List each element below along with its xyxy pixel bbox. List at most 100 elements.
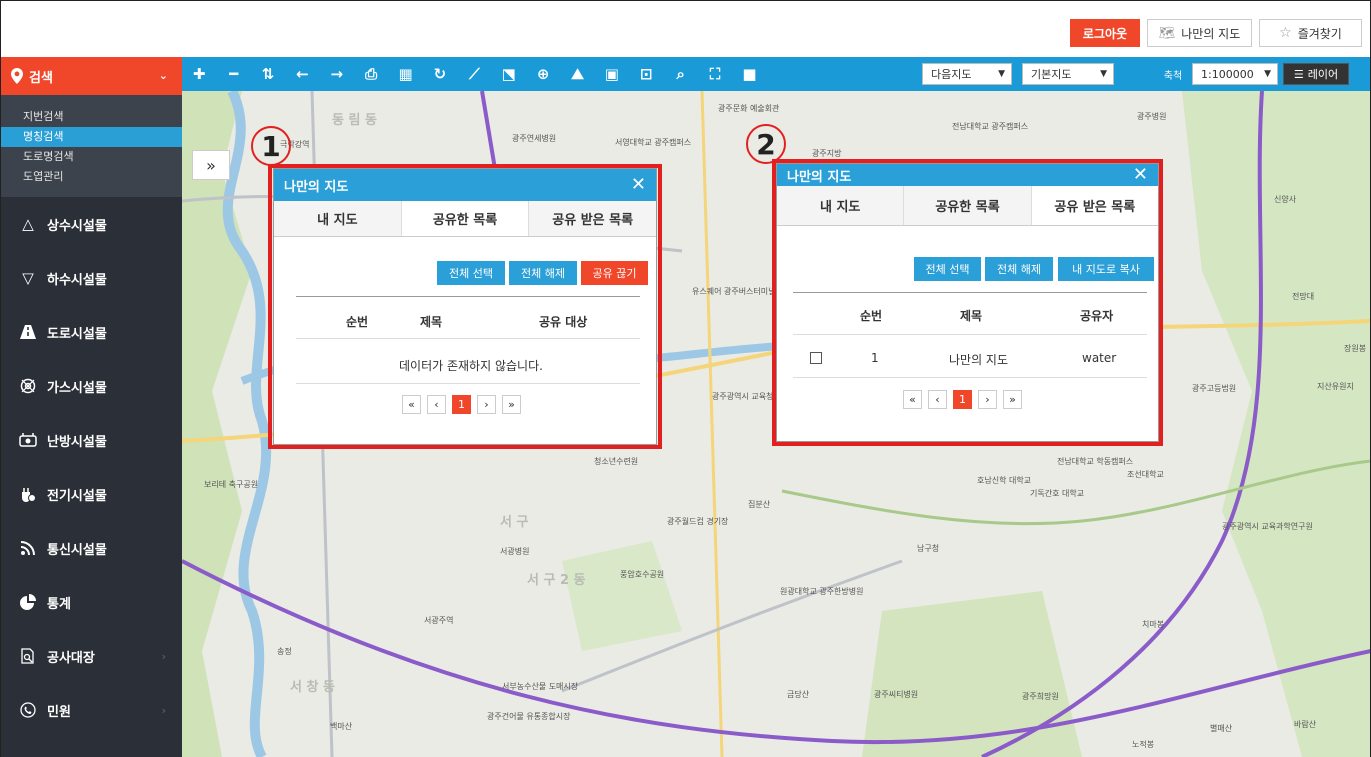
map-label: 노적봉 <box>1132 740 1155 749</box>
document-search-icon <box>17 648 39 664</box>
map-label: 전남대학교 학동캠퍼스 <box>1057 457 1134 466</box>
layers-icon: ☰ <box>1293 67 1304 81</box>
image-icon[interactable]: ⛰ <box>560 57 594 91</box>
area-measure-icon[interactable]: ⬔ <box>492 57 526 91</box>
triangle-up-icon: △ <box>22 215 34 233</box>
next-page-button[interactable]: › <box>477 395 496 414</box>
folder-icon[interactable]: ⊡ <box>629 57 663 91</box>
tab-my-map[interactable]: 내 지도 <box>777 186 905 225</box>
copy-to-my-map-button[interactable]: 내 지도로 복사 <box>1058 257 1154 281</box>
pie-chart-icon <box>17 594 39 610</box>
dialog-header: 나만의 지도 ✕ <box>777 164 1158 186</box>
print-icon[interactable]: ⎙ <box>354 57 388 91</box>
row-checkbox[interactable] <box>810 352 822 364</box>
last-page-button[interactable]: » <box>1003 390 1022 409</box>
page-1-button[interactable]: 1 <box>452 395 471 414</box>
search-icon[interactable]: ⌕ <box>663 57 697 91</box>
prev-page-button[interactable]: ‹ <box>928 390 947 409</box>
refresh-icon[interactable]: ↻ <box>423 57 457 91</box>
base-map-select[interactable]: 기본지도 ▼ <box>1022 63 1114 85</box>
video-icon[interactable]: ■ <box>732 57 766 91</box>
map-label: 광주월드컵 경기장 <box>667 517 729 526</box>
map-label: 서 창 동 <box>290 680 335 695</box>
deselect-all-button[interactable]: 전체 해제 <box>509 261 577 285</box>
map-label: 서 구 <box>500 515 529 530</box>
map-label: 송정 <box>277 647 292 656</box>
zoom-in-icon[interactable]: ✚ <box>182 57 216 91</box>
capture-icon[interactable]: ▣ <box>595 57 629 91</box>
sidebar-item-complaint[interactable]: 민원 › <box>1 683 182 737</box>
sidebar-item-label: 통신시설물 <box>47 542 107 558</box>
sidebar-item-road[interactable]: 도로시설물 <box>1 305 182 359</box>
tab-shared-list[interactable]: 공유한 목록 <box>401 201 530 236</box>
electric-icon <box>17 486 39 502</box>
map-label: 서영대학교 광주캠퍼스 <box>615 138 692 147</box>
close-icon[interactable]: ✕ <box>1133 164 1148 185</box>
map-label: 동 림 동 <box>332 113 377 128</box>
next-page-button[interactable]: › <box>978 390 997 409</box>
sidebar-item-construction[interactable]: 공사대장 › <box>1 629 182 683</box>
scale-select[interactable]: 1:100000 ▼ <box>1192 63 1278 85</box>
map-provider-select[interactable]: 다음지도 ▼ <box>922 63 1012 85</box>
submenu-name-search[interactable]: 명칭검색 <box>1 127 182 147</box>
map-label: 금당산 <box>787 690 810 699</box>
swap-icon[interactable]: ⇅ <box>251 57 285 91</box>
empty-message: 데이터가 존재하지 않습니다. <box>399 359 543 373</box>
fullscreen-icon[interactable]: ⛶ <box>698 57 732 91</box>
sidebar-item-label: 상수시설물 <box>47 218 107 234</box>
last-page-button[interactable]: » <box>502 395 521 414</box>
sidebar-item-sewer[interactable]: ▽ 하수시설물 <box>1 251 182 305</box>
unshare-button[interactable]: 공유 끊기 <box>581 261 648 285</box>
sidebar-item-gas[interactable]: 가스시설물 <box>1 359 182 413</box>
tab-received-list[interactable]: 공유 받은 목록 <box>529 201 657 236</box>
logout-button[interactable]: 로그아웃 <box>1070 19 1140 47</box>
row-sharer: water <box>1082 351 1117 365</box>
radius-icon[interactable]: ⊕ <box>526 57 560 91</box>
column-header-sharer: 공유자 <box>1080 309 1114 323</box>
sidebar-item-water[interactable]: △ 상수시설물 <box>1 197 182 251</box>
first-page-button[interactable]: « <box>402 395 421 414</box>
favorites-button[interactable]: ☆ 즐겨찾기 <box>1259 19 1362 47</box>
map-label: 장원봉 <box>1344 344 1367 353</box>
grid-icon[interactable]: ▦ <box>388 57 422 91</box>
map-label: 신양사 <box>1274 195 1297 204</box>
sidebar-item-heating[interactable]: 난방시설물 <box>1 413 182 467</box>
my-map-button[interactable]: 🗺︎ 나만의 지도 <box>1147 19 1252 47</box>
arrow-right-icon[interactable]: → <box>320 57 354 91</box>
first-page-button[interactable]: « <box>903 390 922 409</box>
sidebar-item-electric[interactable]: 전기시설물 <box>1 467 182 521</box>
pagination: « ‹ 1 › » <box>903 390 1022 409</box>
map-label: 원광대학교 광주한방병원 <box>780 587 864 596</box>
map-label: 광주광역시 교육과학연구원 <box>1222 522 1313 531</box>
double-chevron-right-icon: » <box>206 155 216 175</box>
submenu-road-search[interactable]: 도로명검색 <box>1 147 182 167</box>
select-all-button[interactable]: 전체 선택 <box>437 261 505 285</box>
layer-label: 레이어 <box>1307 68 1339 81</box>
prev-page-button[interactable]: ‹ <box>427 395 446 414</box>
gas-icon <box>17 378 39 394</box>
map-label: 광주건어물 유통종합시장 <box>487 712 571 721</box>
close-icon[interactable]: ✕ <box>631 174 646 195</box>
deselect-all-button[interactable]: 전체 해제 <box>985 257 1053 281</box>
submenu-sheet-manage[interactable]: 도엽관리 <box>1 167 182 187</box>
favorites-label: 즐겨찾기 <box>1297 26 1342 41</box>
select-all-button[interactable]: 전체 선택 <box>914 257 981 281</box>
sidebar-item-telecom[interactable]: 통신시설물 <box>1 521 182 575</box>
sidebar-item-stats[interactable]: 통계 <box>1 575 182 629</box>
sidebar-item-search[interactable]: 검색 ⌄ <box>1 57 182 95</box>
arrow-left-icon[interactable]: ← <box>285 57 319 91</box>
table-header-border <box>296 338 640 339</box>
annotation-badge-1: 1 <box>251 126 291 166</box>
map-label: 광주지방 <box>812 149 842 158</box>
tab-received-list[interactable]: 공유 받은 목록 <box>1031 186 1158 225</box>
tab-shared-list[interactable]: 공유한 목록 <box>904 186 1032 225</box>
submenu-lot-search[interactable]: 지번검색 <box>1 107 182 127</box>
ruler-icon[interactable]: ⟋ <box>457 57 491 91</box>
zoom-out-icon[interactable]: ━ <box>216 57 250 91</box>
expand-panel-button[interactable]: » <box>192 150 230 180</box>
page-1-button[interactable]: 1 <box>953 390 972 409</box>
layer-button[interactable]: ☰ 레이어 <box>1283 63 1349 85</box>
sidebar-item-label: 난방시설물 <box>47 434 107 450</box>
tab-my-map[interactable]: 내 지도 <box>274 201 402 236</box>
my-map-dialog-received: 나만의 지도 ✕ 내 지도 공유한 목록 공유 받은 목록 전체 선택 전체 해… <box>776 163 1159 442</box>
